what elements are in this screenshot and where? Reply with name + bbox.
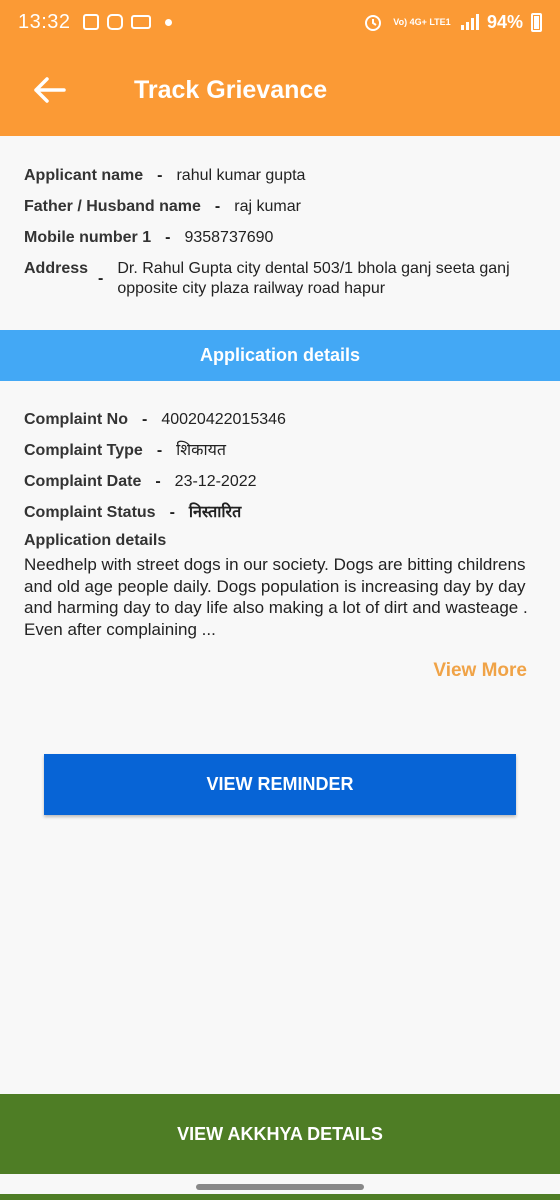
- instagram-icon: [106, 14, 123, 30]
- app-bar: Track Grievance: [0, 44, 560, 136]
- address-row: Address - Dr. Rahul Gupta city dental 50…: [24, 259, 544, 299]
- separator: -: [214, 198, 221, 215]
- complaint-type-value: शिकायत: [176, 442, 227, 459]
- arrow-left-icon: [34, 77, 66, 103]
- address-label: Address: [24, 260, 89, 277]
- separator: -: [156, 442, 163, 459]
- applicant-name-row: Applicant name - rahul kumar gupta: [24, 166, 544, 186]
- system-icons: Vo) 4G+ LTE1 94%: [363, 12, 542, 33]
- applicant-info: Applicant name - rahul kumar gupta Fathe…: [24, 166, 544, 310]
- mobile-row: Mobile number 1 - 9358737690: [24, 228, 544, 248]
- application-details-header: Application details: [0, 330, 560, 381]
- complaint-details: Complaint No - 40020422015346 Complaint …: [24, 410, 544, 640]
- page-title: Track Grievance: [134, 75, 328, 104]
- back-button[interactable]: [14, 55, 84, 125]
- complaint-no-label: Complaint No: [24, 411, 128, 428]
- complaint-date-row: Complaint Date - 23-12-2022: [24, 472, 544, 492]
- applicant-name-label: Applicant name: [24, 167, 144, 184]
- signal-icon: [460, 14, 479, 30]
- mobile-value: 9358737690: [184, 229, 274, 246]
- father-name-label: Father / Husband name: [24, 198, 201, 215]
- complaint-date-label: Complaint Date: [24, 473, 142, 490]
- father-name-value: raj kumar: [234, 198, 301, 215]
- separator: -: [155, 473, 161, 490]
- separator: -: [98, 270, 104, 287]
- separator: -: [165, 229, 171, 246]
- complaint-status-row: Complaint Status - निस्तारित: [24, 503, 544, 523]
- separator: -: [142, 411, 148, 428]
- notification-icons: [82, 14, 172, 30]
- complaint-status-value: निस्तारित: [188, 504, 242, 521]
- status-bar: 13:32 Vo) 4G+ LTE1 94%: [0, 0, 560, 44]
- alarm-icon: [364, 15, 381, 31]
- home-handle[interactable]: [196, 1184, 364, 1190]
- view-more-link[interactable]: View More: [433, 660, 527, 682]
- separator: -: [157, 167, 163, 184]
- mobile-label: Mobile number 1: [24, 229, 152, 246]
- more-notifications-dot: [164, 18, 172, 26]
- view-reminder-button[interactable]: VIEW REMINDER: [44, 754, 516, 815]
- complaint-date-value: 23-12-2022: [174, 473, 257, 490]
- voicemail-icon: [130, 15, 151, 29]
- network-label: Vo) 4G+ LTE1: [393, 16, 451, 27]
- gallery-icon: [82, 14, 99, 30]
- applicant-name-value: rahul kumar gupta: [176, 167, 306, 184]
- system-nav-bar: [0, 1174, 560, 1200]
- father-name-row: Father / Husband name - raj kumar: [24, 197, 544, 217]
- application-details-text: Needhelp with street dogs in our society…: [24, 555, 528, 639]
- complaint-type-row: Complaint Type - शिकायत: [24, 441, 544, 461]
- complaint-type-label: Complaint Type: [24, 442, 143, 459]
- separator: -: [169, 504, 175, 521]
- status-time: 13:32: [18, 10, 71, 33]
- complaint-no-row: Complaint No - 40020422015346: [24, 410, 544, 430]
- view-akkhya-details-button[interactable]: VIEW AKKHYA DETAILS: [0, 1094, 560, 1174]
- nav-bar-strip: [0, 1194, 560, 1200]
- application-details-label: Application details: [24, 532, 167, 549]
- battery-icon: [531, 12, 542, 32]
- complaint-no-value: 40020422015346: [161, 411, 286, 428]
- address-value: Dr. Rahul Gupta city dental 503/1 bhola …: [117, 260, 510, 297]
- complaint-status-label: Complaint Status: [24, 504, 156, 521]
- battery-percent: 94%: [486, 11, 523, 32]
